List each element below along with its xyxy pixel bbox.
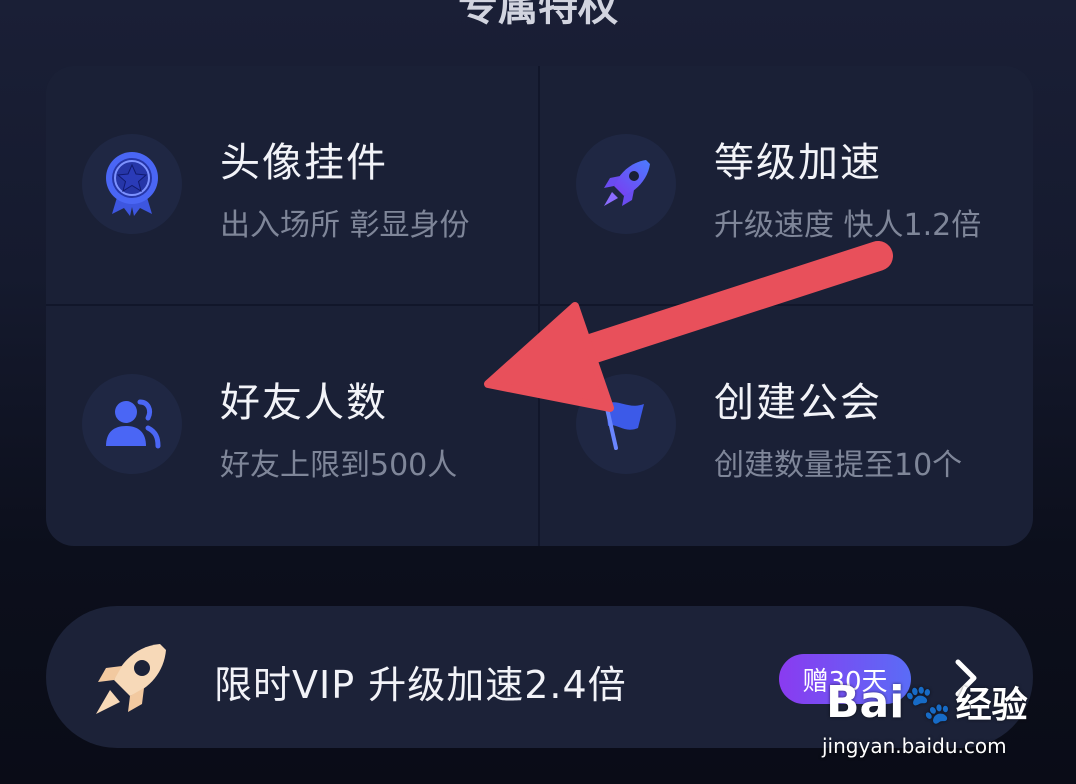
perk-description: 升级速度 快人1.2倍 — [714, 208, 982, 243]
perk-title: 好友人数 — [220, 380, 388, 426]
watermark-url: jingyan.baidu.com — [822, 734, 1007, 758]
watermark-logo-suffix: 经验 — [955, 685, 1028, 726]
vip-promo-label: 限时VIP 升级加速2.4倍 — [214, 663, 627, 707]
friends-icon — [82, 374, 182, 474]
perk-level-boost[interactable]: 等级加速 升级速度 快人1.2倍 — [540, 66, 1032, 304]
rocket-icon — [576, 134, 676, 234]
watermark-logo-text: Bai — [826, 677, 905, 728]
perk-description: 创建数量提至10个 — [714, 448, 963, 483]
baidu-jingyan-watermark: Bai🐾 经验 jingyan.baidu.com — [800, 662, 1040, 772]
watermark-logo: Bai🐾 经验 — [826, 676, 1028, 728]
flag-icon — [576, 374, 676, 474]
paw-icon: 🐾 — [904, 682, 952, 726]
perk-description: 好友上限到500人 — [220, 448, 458, 483]
perk-description: 出入场所 彰显身份 — [220, 208, 470, 243]
perk-avatar-pendant[interactable]: 头像挂件 出入场所 彰显身份 — [46, 66, 538, 304]
page-title: 专属特权 — [458, 0, 618, 30]
perks-grid: 头像挂件 出入场所 彰显身份 等级加速 升级速度 快人1.2倍 好友人数 好友上… — [46, 66, 1033, 546]
rocket-icon — [86, 636, 176, 726]
perk-title: 创建公会 — [714, 380, 882, 426]
perk-friend-limit[interactable]: 好友人数 好友上限到500人 — [46, 306, 538, 544]
medal-star-icon — [82, 134, 182, 234]
perk-title: 头像挂件 — [220, 140, 388, 186]
perk-create-guild[interactable]: 创建公会 创建数量提至10个 — [540, 306, 1032, 544]
perk-title: 等级加速 — [714, 140, 882, 186]
vip-privileges-page: 专属特权 头像挂件 出入场所 彰显身份 等级加速 升级速度 快人1.2倍 好友人… — [0, 0, 1076, 784]
